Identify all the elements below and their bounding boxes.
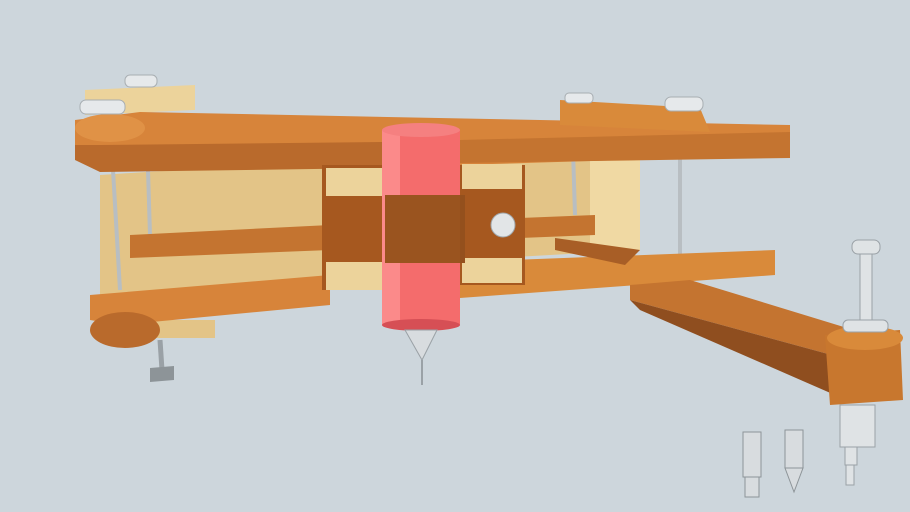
pantograph-model	[75, 74, 903, 498]
router-motor	[382, 123, 460, 385]
3d-model-viewport	[0, 0, 910, 512]
spare-tracer-tips	[742, 429, 804, 498]
clamp-bolt	[150, 339, 174, 382]
